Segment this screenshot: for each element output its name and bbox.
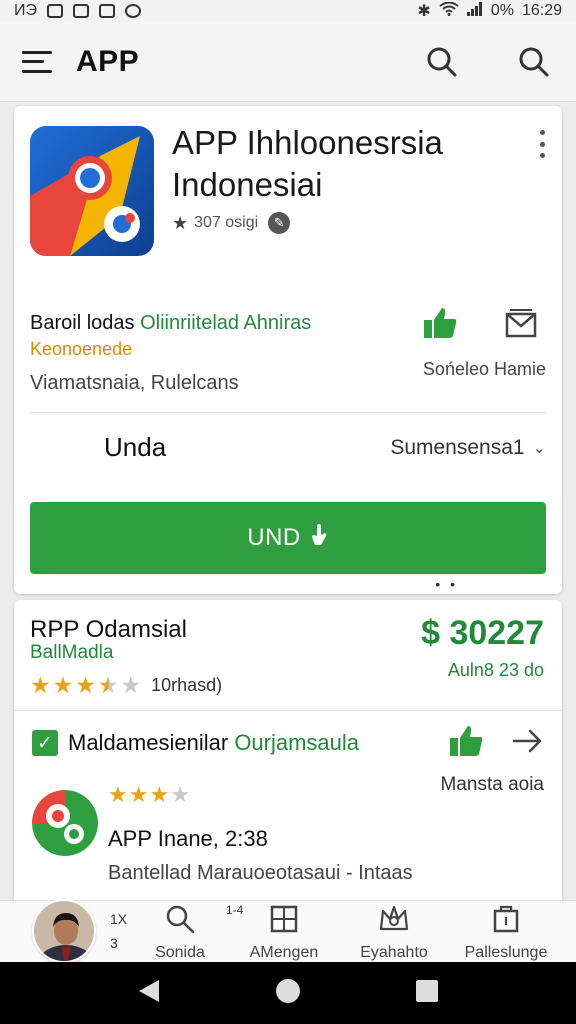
star-icon: ★ (75, 672, 96, 698)
category-label[interactable]: Keonoenede (30, 339, 410, 360)
library-icon (493, 905, 519, 933)
version-label: Unda (104, 432, 167, 462)
divider (14, 710, 562, 711)
developer-link[interactable]: Oliinriitelad Ahniras (140, 312, 311, 334)
rating-stars: ★ ★ ★ ★ ★ 10rhasd) (30, 672, 222, 699)
avatar[interactable] (32, 899, 96, 963)
page-title: APP (76, 44, 140, 78)
clock: 16:29 (521, 2, 562, 19)
price: $ 30227 (421, 614, 544, 652)
signal-icon (466, 1, 483, 21)
home-icon[interactable] (275, 978, 301, 1009)
system-navigation (0, 962, 576, 1024)
thumbs-up-icon[interactable] (422, 306, 458, 345)
app-logo (30, 126, 154, 256)
star-half-icon: ★ (97, 672, 119, 698)
status-right: ✱ 0% 16:29 (417, 1, 562, 21)
checkbox-label: Maldamesienilar Ourjamsaula (68, 730, 359, 756)
chevron-down-icon: ⌄ (532, 440, 546, 457)
carrier-text: ИЭ (14, 2, 37, 19)
star-icon: ★ (52, 672, 74, 698)
app-small-logo (32, 790, 98, 856)
checkbox[interactable]: ✓ (32, 730, 58, 756)
star-icon: ★ (149, 782, 171, 807)
rating-text: 307 osigi (194, 214, 259, 231)
details-card: RPP Odamsial BallMadla ★ ★ ★ ★ ★ 10rhasd… (14, 600, 562, 900)
grid-icon (270, 905, 298, 933)
back-icon[interactable] (137, 978, 161, 1009)
app-detail-card: APP Ihhloonesrsia Indonesiai ★ 307 osigi… (14, 106, 562, 594)
nav-item-label: Palleslunge (464, 944, 548, 961)
app-version: APP Inane, 2:38 (108, 826, 268, 851)
download-icon (99, 4, 115, 18)
hand-icon (309, 523, 329, 554)
rating-count: 10rhasd) (151, 675, 223, 695)
nav-item-label: AMengen (249, 944, 319, 961)
star-icon: ★ (108, 782, 129, 807)
star-empty-icon: ★ (120, 672, 142, 698)
nav-side-counter: 1X 3 (110, 907, 127, 955)
install-button[interactable]: UND (30, 502, 546, 574)
info-icon[interactable]: ✎ (268, 212, 291, 234)
search-icon-secondary[interactable] (514, 42, 554, 82)
details-subtitle[interactable]: BallMadla (30, 642, 113, 664)
nav-item-library[interactable]: Palleslunge (456, 903, 556, 962)
star-icon: ★ (172, 212, 189, 233)
install-button-label: UND (247, 524, 301, 551)
status-left: ИЭ (14, 2, 141, 20)
app-bar: APP (0, 22, 576, 102)
nav-item-featured[interactable]: Eyahahto (344, 903, 444, 962)
price-date: Auln8 23 do (447, 660, 544, 680)
more-options-icon[interactable] (536, 130, 548, 158)
menu-icon[interactable] (22, 50, 52, 73)
star-empty-icon: ★ (170, 782, 191, 807)
share-label: Sońeleo Hamie (422, 359, 546, 379)
checkbox-link[interactable]: Ourjamsaula (234, 730, 359, 755)
notification-icon (47, 4, 63, 18)
crown-icon (379, 905, 409, 931)
image-icon (73, 4, 89, 18)
developer-info: Baroil lodas Oliinriitelad Ahniras Keono… (30, 312, 410, 395)
star-icon: ★ (30, 672, 51, 698)
search-icon[interactable] (422, 42, 462, 82)
row-actions (448, 724, 544, 763)
status-bar: ИЭ ✱ 0% 16:29 (0, 0, 576, 22)
rating-summary: ★ 307 osigi ✎ (172, 212, 291, 234)
thumbs-up-icon[interactable] (448, 724, 484, 763)
nav-side-top: 1X (110, 911, 128, 927)
battery-text: 0% (490, 2, 514, 19)
app-name: APP Ihhloonesrsia Indonesiai (172, 124, 443, 203)
divider (30, 412, 546, 413)
star-icon: ★ (128, 782, 150, 807)
mini-rating-stars: ★★★★ (108, 782, 191, 808)
nav-item-search[interactable]: Sonida (130, 903, 230, 962)
version-dropdown[interactable]: Sumensensa1 ⌄ (390, 436, 546, 460)
details-title: RPP Odamsial (30, 616, 187, 643)
wifi-icon (439, 1, 459, 21)
nav-side-bottom: 3 (110, 935, 118, 951)
recents-icon[interactable] (415, 979, 439, 1008)
search-icon (166, 905, 195, 934)
location-label: Viamatsnaia, Rulelcans (30, 372, 239, 394)
developer-name: Baroil lodas (30, 312, 135, 334)
share-actions: Sońeleo Hamie (414, 306, 546, 380)
version-dropdown-value: Sumensensa1 (390, 436, 525, 459)
nav-item-apps[interactable]: AMengen (234, 903, 334, 962)
description: Bantellad Marauoeotasaui - Intaas (108, 862, 413, 884)
bottom-navigation: 1X 3 1-4 Sonida AMengen Eyahahto Pallesl… (0, 899, 576, 963)
arrow-right-icon[interactable] (512, 727, 544, 760)
bluetooth-icon: ✱ (417, 3, 431, 20)
alarm-icon (125, 4, 141, 18)
nav-item-label: Eyahahto (360, 944, 428, 961)
nav-item-label: Sonida (155, 944, 205, 961)
envelope-icon[interactable] (504, 306, 538, 345)
page-indicator: • • (435, 576, 458, 592)
checkbox-label-text: Maldamesienilar (68, 730, 229, 755)
row-action-label: Mansta aoia (440, 774, 544, 795)
